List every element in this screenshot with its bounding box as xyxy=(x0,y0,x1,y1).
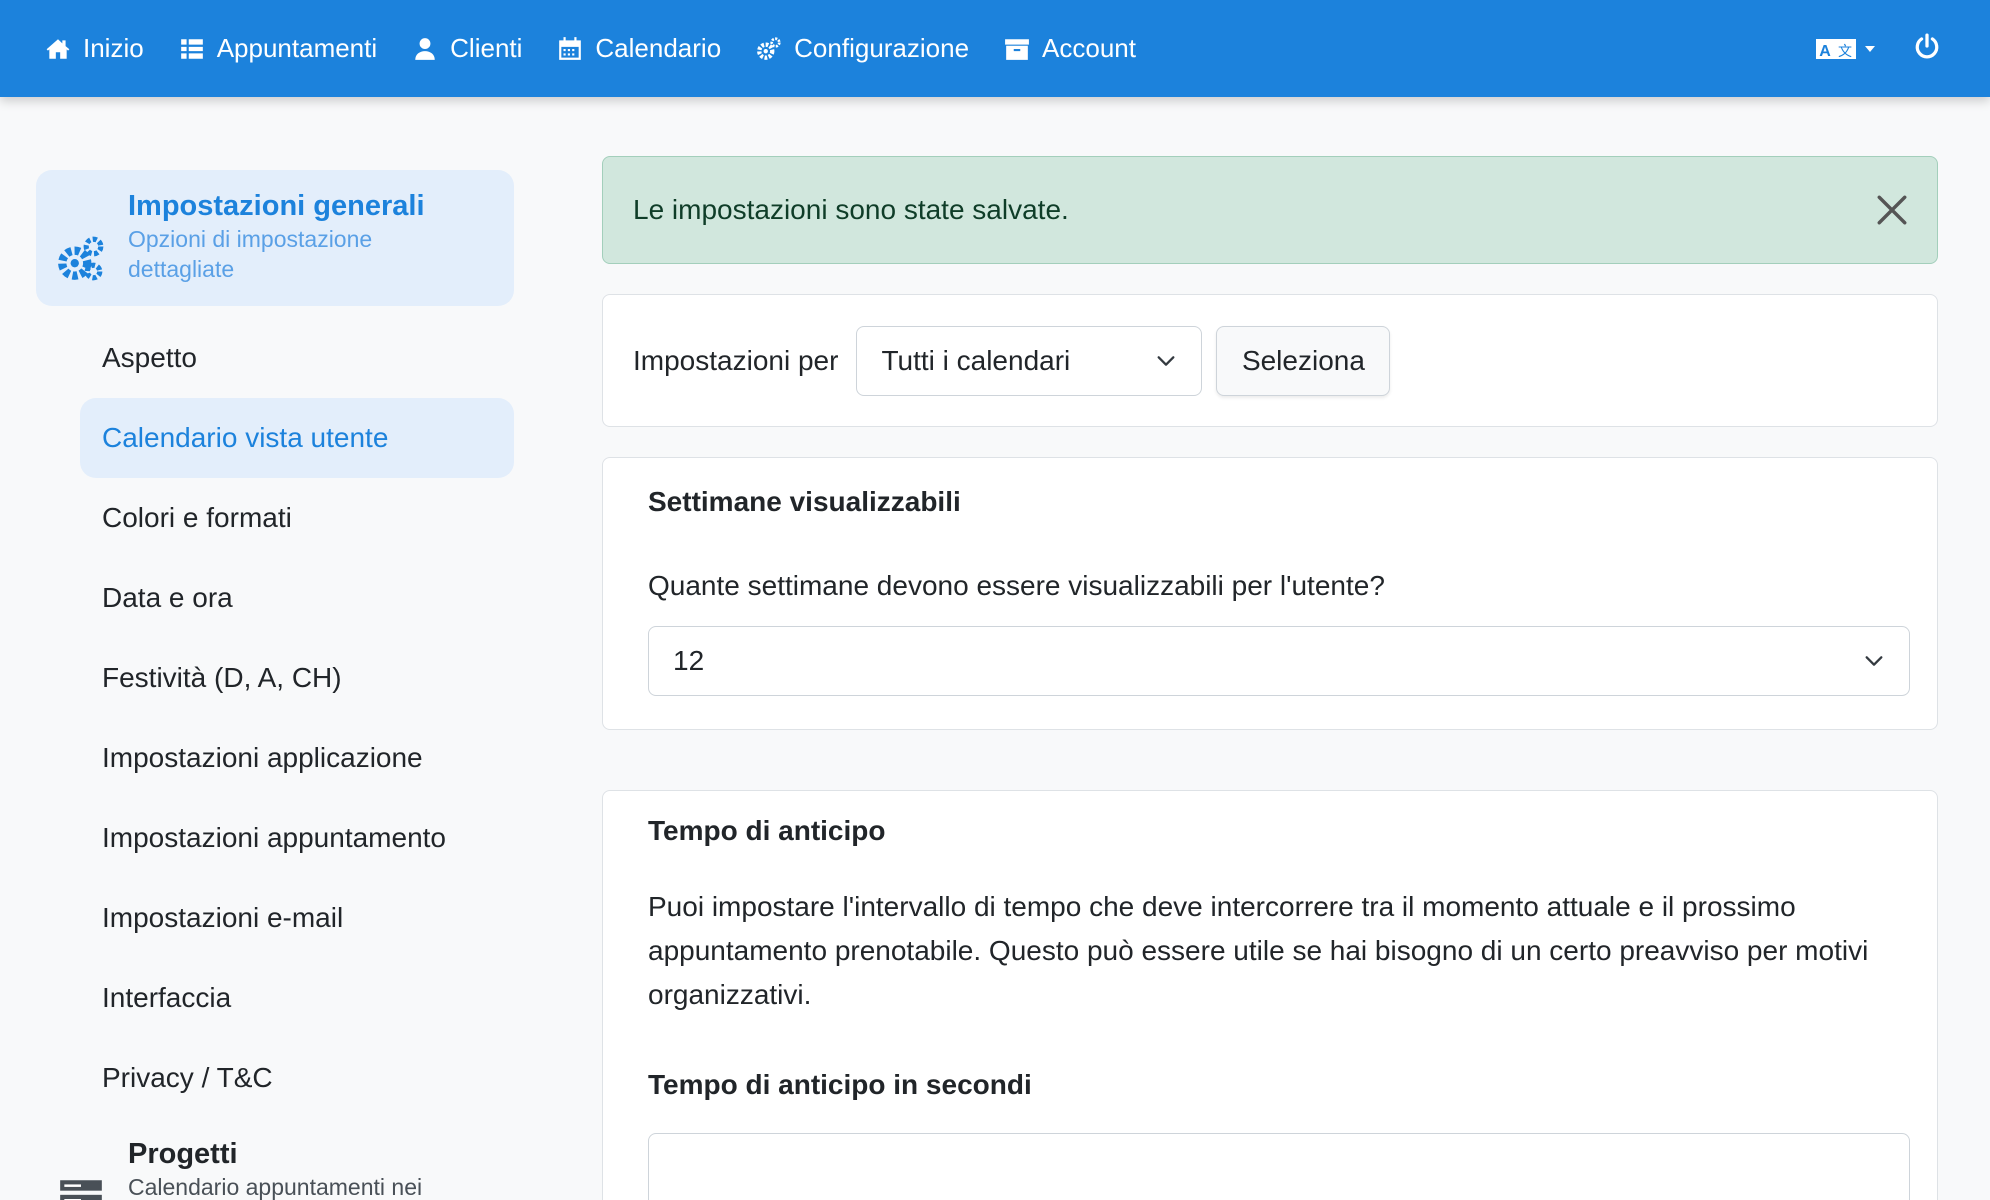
gears-icon xyxy=(757,36,781,60)
advance-description: Puoi impostare l'intervallo di tempo che… xyxy=(648,891,1869,1010)
sidebar-item-impostazioni-appuntamento[interactable]: Impostazioni appuntamento xyxy=(80,798,514,878)
calendar-icon xyxy=(559,36,582,60)
group-subtitle: Calendario appuntamenti nei xyxy=(128,1174,423,1200)
group-title: Progetti xyxy=(128,1138,238,1170)
nav-label: Configurazione xyxy=(794,33,970,63)
calendar-select-value: Tutti i calendari xyxy=(881,344,1071,376)
user-icon xyxy=(415,37,435,60)
archive-icon xyxy=(1005,38,1029,60)
power-icon xyxy=(1915,33,1939,59)
language-icon: A文 xyxy=(1816,38,1856,60)
close-icon[interactable] xyxy=(1875,193,1909,227)
logout-button[interactable] xyxy=(1914,33,1940,64)
nav-label: Clienti xyxy=(450,33,523,63)
chevron-down-icon xyxy=(1157,355,1175,366)
nav-item-account[interactable]: Account xyxy=(1004,33,1136,64)
caret-down-icon xyxy=(1865,45,1875,52)
success-alert: Le impostazioni sono state salvate. xyxy=(602,156,1938,264)
chevron-down-icon xyxy=(1865,656,1883,666)
svg-text:文: 文 xyxy=(1838,44,1852,60)
home-icon xyxy=(46,38,70,59)
sidebar-group-general-settings[interactable]: Impostazioni generali Opzioni di imposta… xyxy=(36,170,514,306)
language-dropdown[interactable]: A文 xyxy=(1816,37,1876,61)
server-icon xyxy=(60,1180,102,1200)
weeks-select[interactable]: 12 xyxy=(648,626,1910,696)
nav-label: Appuntamenti xyxy=(216,33,378,63)
advance-field-label: Tempo di anticipo in secondi xyxy=(648,1069,1032,1100)
settings-for-card: Impostazioni per Tutti i calendari Selez… xyxy=(602,294,1938,427)
top-navbar: Inizio Appuntamenti Clienti Calendario C… xyxy=(0,0,1990,97)
sidebar-item-impostazioni-applicazione[interactable]: Impostazioni applicazione xyxy=(80,718,514,798)
group-text: Progetti Calendario appuntamenti nei xyxy=(128,1136,448,1200)
advance-seconds-input[interactable] xyxy=(648,1133,1910,1200)
select-button[interactable]: Seleziona xyxy=(1216,325,1391,396)
weeks-select-value: 12 xyxy=(673,645,705,676)
alert-message: Le impostazioni sono state salvate. xyxy=(633,194,1069,225)
weeks-question: Quante settimane devono essere visualizz… xyxy=(648,570,1385,601)
calendar-select[interactable]: Tutti i calendari xyxy=(856,325,1203,396)
settings-sidebar: Impostazioni generali Opzioni di imposta… xyxy=(36,170,514,1200)
gears-icon xyxy=(58,236,104,281)
sidebar-item-colori-formati[interactable]: Colori e formati xyxy=(80,478,514,558)
sidebar-item-privacy[interactable]: Privacy / T&C xyxy=(80,1038,514,1118)
nav-item-appuntamenti[interactable]: Appuntamenti xyxy=(179,33,377,64)
group-title: Impostazioni generali xyxy=(128,190,425,222)
sidebar-group-projects[interactable]: Progetti Calendario appuntamenti nei xyxy=(36,1118,514,1200)
advance-title: Tempo di anticipo xyxy=(648,815,886,846)
weeks-card: Settimane visualizzabili Quante settiman… xyxy=(602,457,1938,730)
group-subtitle: Opzioni di impostazione dettagliate xyxy=(128,226,373,282)
nav-item-calendario[interactable]: Calendario xyxy=(557,33,721,64)
sidebar-items: Aspetto Calendario vista utente Colori e… xyxy=(80,318,514,1118)
main-content: Le impostazioni sono state salvate. Impo… xyxy=(602,156,1938,1200)
nav-label: Calendario xyxy=(595,33,722,63)
nav-item-clienti[interactable]: Clienti xyxy=(412,33,522,64)
sidebar-item-calendario-vista-utente[interactable]: Calendario vista utente xyxy=(80,398,514,478)
advance-time-card: Tempo di anticipo Puoi impostare l'inter… xyxy=(602,790,1938,1200)
sidebar-item-data-ora[interactable]: Data e ora xyxy=(80,558,514,638)
list-icon xyxy=(180,38,203,59)
navbar-right: A文 xyxy=(1816,0,1990,97)
group-text: Impostazioni generali Opzioni di imposta… xyxy=(128,188,428,306)
sidebar-item-interfaccia[interactable]: Interfaccia xyxy=(80,958,514,1038)
sidebar-item-aspetto[interactable]: Aspetto xyxy=(80,318,514,398)
svg-text:A: A xyxy=(1819,43,1831,60)
nav-label: Account xyxy=(1042,33,1136,63)
sidebar-item-festivita[interactable]: Festività (D, A, CH) xyxy=(80,638,514,718)
settings-for-label: Impostazioni per xyxy=(633,344,839,376)
weeks-title: Settimane visualizzabili xyxy=(648,486,961,517)
nav-item-inizio[interactable]: Inizio xyxy=(45,33,144,64)
nav-item-configurazione[interactable]: Configurazione xyxy=(756,33,969,64)
sidebar-item-impostazioni-email[interactable]: Impostazioni e-mail xyxy=(80,878,514,958)
nav-label: Inizio xyxy=(83,33,144,63)
